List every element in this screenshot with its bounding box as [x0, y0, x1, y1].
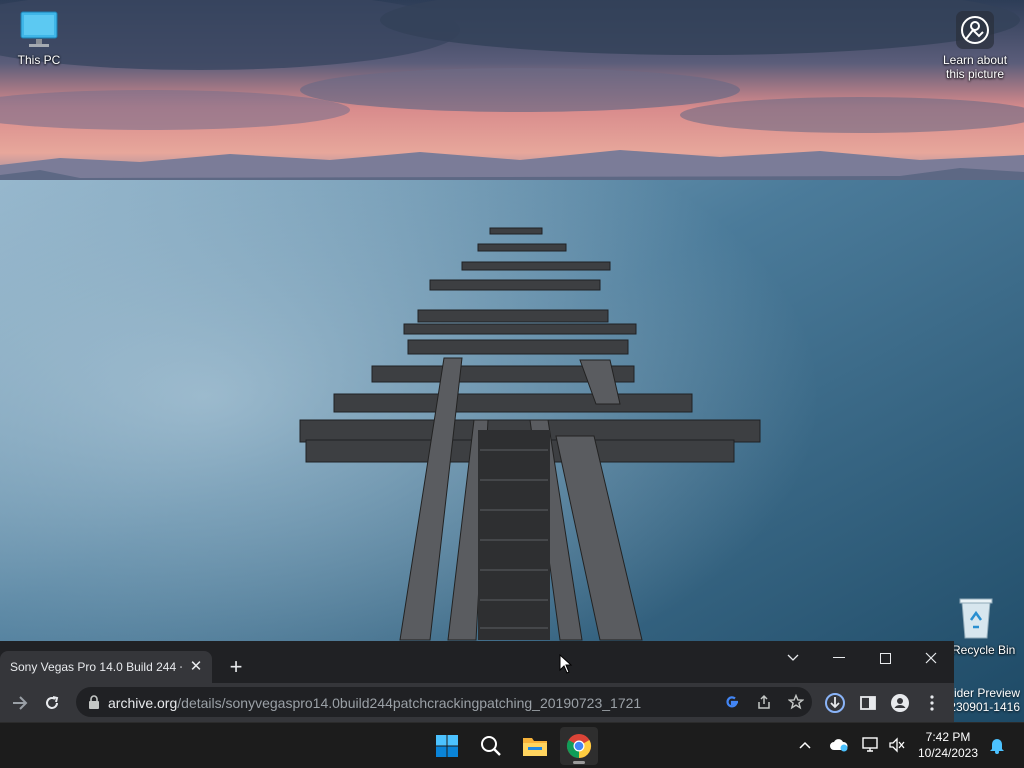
share-button[interactable] [754, 692, 774, 712]
show-hidden-icons-button[interactable] [794, 734, 816, 756]
close-window-button[interactable] [908, 643, 954, 673]
avatar-icon [891, 694, 909, 712]
start-icon [436, 735, 458, 757]
recycle-bin-shortcut[interactable]: Recycle Bin [948, 596, 1024, 657]
monitor-icon [20, 11, 58, 47]
this-pc-shortcut[interactable]: This PC [10, 10, 68, 67]
address-bar[interactable]: archive.org/details/sonyvegaspro14.0buil… [76, 687, 812, 717]
notifications-button[interactable] [986, 734, 1008, 756]
volume-button[interactable] [886, 734, 908, 756]
chevron-up-icon [799, 741, 811, 749]
file-explorer-button[interactable] [516, 727, 554, 765]
speaker-muted-icon [889, 737, 905, 753]
downloads-button[interactable] [823, 691, 847, 715]
running-indicator [573, 761, 585, 764]
search-button[interactable] [472, 727, 510, 765]
reload-icon [46, 696, 59, 709]
chevron-down-icon [787, 654, 799, 661]
maximize-button[interactable] [862, 643, 908, 673]
mouse-cursor-icon [559, 654, 573, 674]
download-icon [825, 693, 845, 713]
url-host: archive.org [108, 695, 178, 711]
tab-title: Sony Vegas Pro 14.0 Build 244 + [10, 660, 182, 674]
browser-toolbar: archive.org/details/sonyvegaspro14.0buil… [0, 683, 954, 722]
learn-about-picture-label: Learn about this picture [942, 53, 1008, 81]
url-text[interactable]: archive.org/details/sonyvegaspro14.0buil… [108, 695, 641, 711]
file-explorer-icon [523, 738, 547, 756]
build-watermark: sider Preview 230901-1416 [948, 686, 1020, 714]
new-tab-button[interactable]: + [224, 655, 248, 679]
reload-button[interactable] [40, 691, 64, 715]
bookmark-button[interactable] [786, 692, 806, 712]
watermark-line-2: 230901-1416 [949, 700, 1020, 714]
this-pc-label: This PC [17, 53, 61, 67]
arrow-right-icon [13, 696, 28, 710]
network-button[interactable] [860, 734, 882, 756]
maximize-icon [879, 652, 891, 664]
clock-date: 10/24/2023 [917, 746, 979, 760]
wallpaper-image [0, 0, 1024, 722]
side-panel-button[interactable] [856, 691, 880, 715]
google-lens-button[interactable] [722, 692, 742, 712]
star-icon [788, 694, 804, 710]
watermark-line-1: sider Preview [947, 686, 1020, 700]
chrome-taskbar-button[interactable] [560, 727, 598, 765]
chrome-icon [566, 734, 592, 758]
share-icon [758, 694, 770, 709]
minimize-button[interactable] [816, 643, 862, 673]
tab-close-icon[interactable]: ✕ [188, 659, 204, 675]
more-vertical-icon [930, 695, 934, 711]
desktop-wallpaper [0, 0, 1024, 722]
recycle-bin-label: Recycle Bin [952, 643, 1016, 657]
bell-icon [990, 739, 1004, 754]
close-icon [925, 652, 937, 664]
chrome-menu-button[interactable] [920, 691, 944, 715]
tab-search-button[interactable] [770, 643, 816, 673]
learn-about-picture-shortcut[interactable]: Learn about this picture [936, 10, 1014, 81]
clock[interactable]: 7:42 PM 10/24/2023 [914, 729, 982, 761]
url-path: /details/sonyvegaspro14.0build244patchcr… [177, 695, 642, 711]
cloud-icon [830, 739, 848, 752]
google-icon [726, 696, 738, 708]
taskbar: 7:42 PM 10/24/2023 [0, 722, 1024, 768]
network-icon [862, 737, 878, 752]
minimize-icon [833, 657, 845, 658]
lock-icon[interactable] [86, 694, 102, 710]
chrome-window[interactable]: Sony Vegas Pro 14.0 Build 244 + ✕ + arch… [0, 641, 954, 722]
tab-strip[interactable]: Sony Vegas Pro 14.0 Build 244 + ✕ + [0, 641, 954, 683]
search-icon [481, 736, 501, 756]
recycle-bin-icon [959, 598, 993, 639]
browser-tab[interactable]: Sony Vegas Pro 14.0 Build 244 + ✕ [0, 651, 212, 683]
onedrive-button[interactable] [828, 734, 850, 756]
start-button[interactable] [428, 727, 466, 765]
spotlight-camera-icon [956, 11, 994, 49]
clock-time: 7:42 PM [925, 730, 971, 744]
side-panel-icon [860, 696, 876, 710]
forward-button[interactable] [8, 691, 32, 715]
profile-button[interactable] [888, 691, 912, 715]
